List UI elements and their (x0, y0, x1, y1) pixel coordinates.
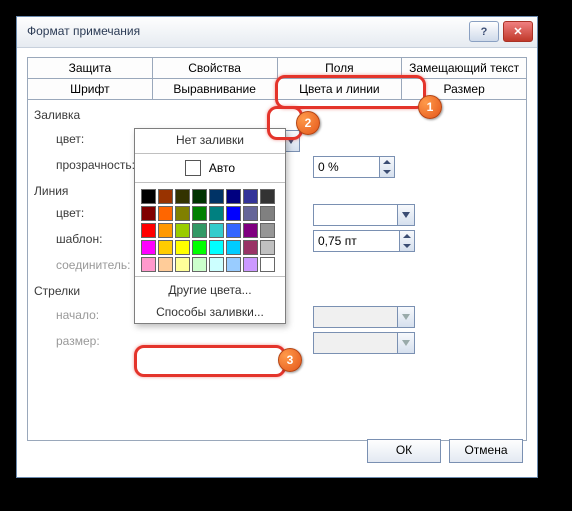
group-line: Линия (34, 184, 68, 198)
tab-alt-text[interactable]: Замещающий текст (402, 57, 527, 78)
callout-badge-1: 1 (418, 95, 442, 119)
tab-protection[interactable]: Защита (27, 57, 153, 78)
color-swatch[interactable] (209, 206, 224, 221)
color-swatch[interactable] (158, 223, 173, 238)
arrow-size-combo (313, 332, 415, 354)
tab-properties[interactable]: Свойства (153, 57, 278, 78)
transparency-value: 0 % (318, 160, 339, 174)
color-swatch[interactable] (158, 189, 173, 204)
callout-badge-3: 3 (278, 348, 302, 372)
color-swatch[interactable] (243, 223, 258, 238)
color-swatch[interactable] (175, 240, 190, 255)
color-swatch[interactable] (260, 240, 275, 255)
color-swatch[interactable] (175, 257, 190, 272)
more-colors-item[interactable]: Другие цвета... (135, 279, 285, 301)
color-swatch[interactable] (209, 240, 224, 255)
fill-color-dropdown: Нет заливки Авто Другие цвета... Способы… (134, 128, 286, 324)
footer-buttons: ОК Отмена (367, 439, 523, 463)
cancel-button[interactable]: Отмена (449, 439, 523, 463)
tab-fields[interactable]: Поля (278, 57, 403, 78)
line-weight-spinner[interactable]: 0,75 пт (313, 230, 415, 252)
color-swatch[interactable] (260, 206, 275, 221)
tab-font[interactable]: Шрифт (27, 78, 153, 99)
auto-label: Авто (209, 161, 235, 175)
ok-button[interactable]: ОК (367, 439, 441, 463)
titlebar-buttons: ? ✕ (469, 21, 533, 42)
label-line-color: цвет: (56, 206, 84, 220)
color-swatch[interactable] (260, 223, 275, 238)
color-swatch[interactable] (192, 223, 207, 238)
color-swatch[interactable] (175, 223, 190, 238)
separator (135, 276, 285, 277)
spinner-icon[interactable] (379, 157, 394, 177)
color-swatch[interactable] (175, 206, 190, 221)
color-swatch[interactable] (226, 189, 241, 204)
tab-alignment[interactable]: Выравнивание (153, 78, 278, 99)
callout-badge-2: 2 (296, 111, 320, 135)
chevron-down-icon[interactable] (397, 205, 414, 225)
color-swatch[interactable] (243, 257, 258, 272)
color-swatch[interactable] (175, 189, 190, 204)
color-swatch[interactable] (192, 257, 207, 272)
color-swatch[interactable] (226, 240, 241, 255)
fill-effects-item[interactable]: Способы заливки... (135, 301, 285, 323)
tabs-row-1: Защита Свойства Поля Замещающий текст (27, 57, 527, 78)
titlebar: Формат примечания ? ✕ (17, 17, 537, 48)
separator (135, 153, 285, 154)
color-swatch[interactable] (192, 240, 207, 255)
color-swatch[interactable] (192, 206, 207, 221)
color-swatch[interactable] (141, 223, 156, 238)
line-style-combo[interactable] (313, 204, 415, 226)
label-arrow-size: размер: (56, 334, 100, 348)
color-palette (135, 185, 285, 274)
color-swatch[interactable] (158, 240, 173, 255)
arrow-end-combo (313, 306, 415, 328)
transparency-spinner[interactable]: 0 % (313, 156, 395, 178)
color-swatch[interactable] (243, 240, 258, 255)
tabs-row-2: Шрифт Выравнивание Цвета и линии Размер (27, 78, 527, 99)
help-button[interactable]: ? (469, 21, 499, 42)
auto-color-item[interactable]: Авто (135, 156, 285, 180)
group-arrows: Стрелки (34, 284, 80, 298)
label-line-template: шаблон: (56, 232, 102, 246)
no-fill-item[interactable]: Нет заливки (135, 129, 285, 151)
group-fill: Заливка (34, 108, 80, 122)
color-swatch[interactable] (209, 189, 224, 204)
color-swatch[interactable] (260, 189, 275, 204)
spinner-icon[interactable] (399, 231, 414, 251)
auto-swatch-icon (185, 160, 201, 176)
separator (135, 182, 285, 183)
label-arrow-start: начало: (56, 308, 99, 322)
chevron-down-icon (397, 333, 414, 353)
tab-colors-lines[interactable]: Цвета и линии (278, 78, 403, 99)
color-swatch[interactable] (209, 257, 224, 272)
color-swatch[interactable] (243, 189, 258, 204)
color-swatch[interactable] (141, 189, 156, 204)
color-swatch[interactable] (158, 206, 173, 221)
color-swatch[interactable] (226, 257, 241, 272)
line-weight-value: 0,75 пт (318, 234, 357, 248)
color-swatch[interactable] (141, 240, 156, 255)
label-transparency: прозрачность: (56, 158, 135, 172)
color-swatch[interactable] (158, 257, 173, 272)
color-swatch[interactable] (192, 189, 207, 204)
color-swatch[interactable] (209, 223, 224, 238)
color-swatch[interactable] (243, 206, 258, 221)
color-swatch[interactable] (141, 257, 156, 272)
window-title: Формат примечания (27, 24, 140, 38)
chevron-down-icon (397, 307, 414, 327)
label-fill-color: цвет: (56, 132, 84, 146)
label-connector: соединитель: (56, 258, 130, 272)
color-swatch[interactable] (226, 206, 241, 221)
close-button[interactable]: ✕ (503, 21, 533, 42)
color-swatch[interactable] (226, 223, 241, 238)
color-swatch[interactable] (260, 257, 275, 272)
color-swatch[interactable] (141, 206, 156, 221)
tab-size[interactable]: Размер (402, 78, 527, 99)
